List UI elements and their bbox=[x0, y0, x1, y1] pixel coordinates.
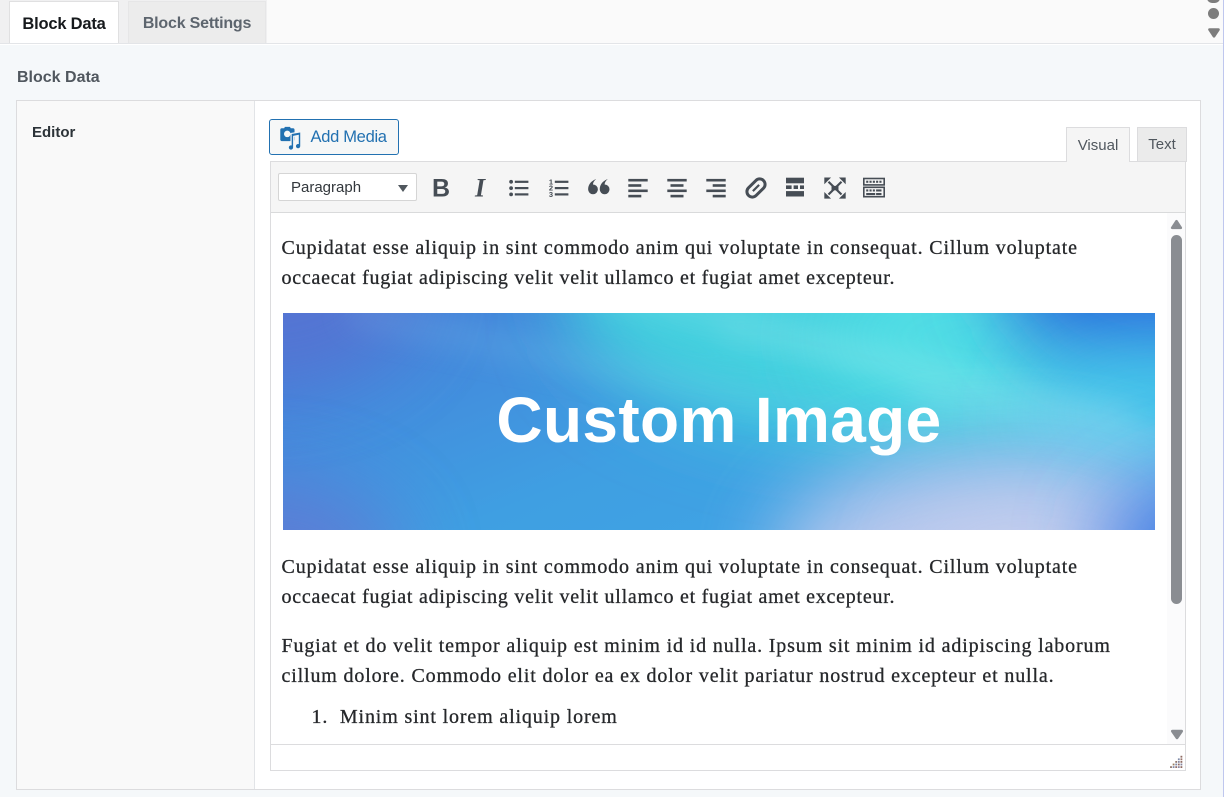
svg-text:I: I bbox=[474, 175, 486, 201]
svg-text:B: B bbox=[431, 175, 449, 201]
svg-text:3: 3 bbox=[549, 190, 553, 199]
